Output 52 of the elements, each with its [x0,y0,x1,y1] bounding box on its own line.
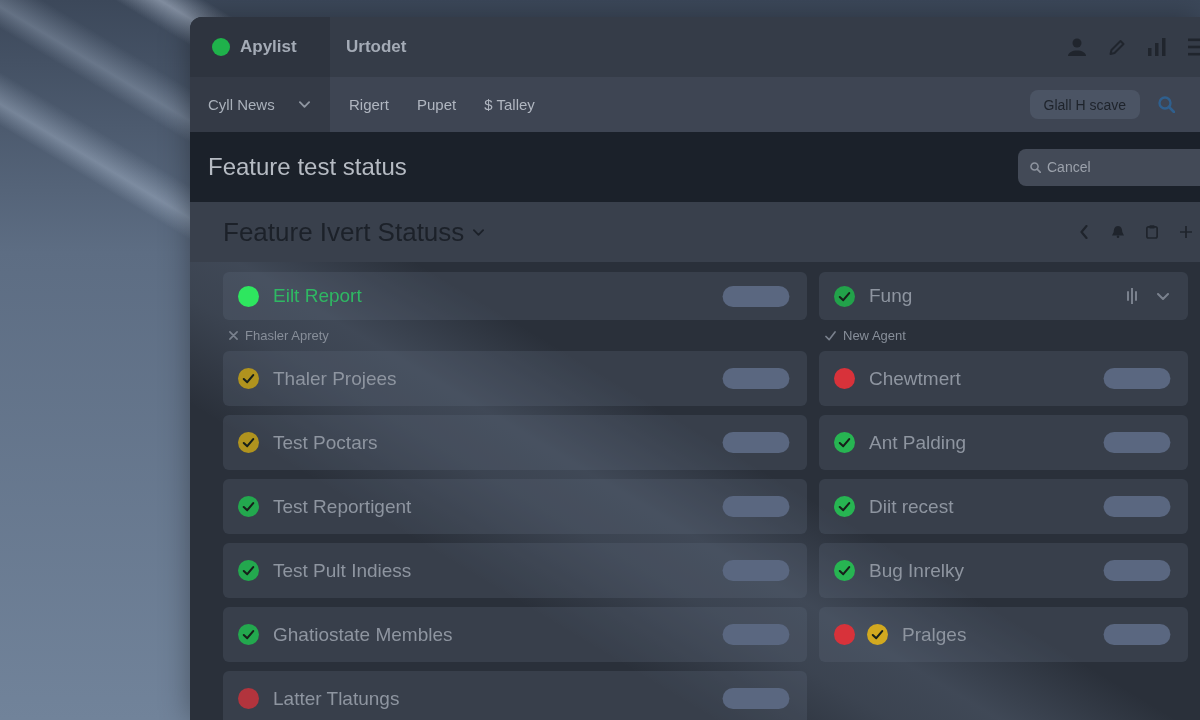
feature-row[interactable]: Latter Tlatungs [223,671,807,720]
pill-icon [1103,368,1171,389]
feature-row[interactable]: Eilt Report [223,272,807,320]
search-icon[interactable] [1158,96,1175,113]
pill-icon [722,285,790,307]
bar-chart-icon[interactable] [1148,38,1166,56]
feature-row[interactable]: Test Reportigent [223,479,807,534]
page-title: Urtodet [346,37,407,57]
pill-icon [722,560,790,581]
pill-icon [1103,496,1171,517]
app-name: Apylist [240,37,297,57]
chevron-left-icon[interactable] [1078,225,1090,239]
pen-icon[interactable] [1108,38,1126,56]
nav-link[interactable]: Pupet [417,96,457,113]
feature-row[interactable]: Pralges [819,607,1188,662]
pill-icon [722,688,790,709]
group-label: New Agent [843,328,906,343]
feature-row[interactable]: Ghatiostate Membles [223,607,807,662]
caret-icon [473,228,485,236]
pill-icon [722,368,790,389]
clipboard-icon[interactable] [1146,225,1158,239]
action-button[interactable]: Glall H scave [1029,90,1140,119]
news-dropdown[interactable]: Cyll News [190,77,330,132]
feature-row[interactable]: Ant Palding [819,415,1188,470]
check-icon [825,330,836,341]
feature-row[interactable]: Thaler Projees [223,351,807,406]
feature-row[interactable]: Bug Inrelky [819,543,1188,598]
feature-row[interactable]: Chewtmert [819,351,1188,406]
feature-row[interactable]: Test Poctars [223,415,807,470]
caret-icon [299,101,310,108]
feature-row[interactable]: Fung [819,272,1188,320]
search-field[interactable]: Cancel [1018,148,1200,186]
pill-icon [1103,560,1171,581]
user-icon[interactable] [1068,38,1086,56]
feature-row[interactable]: Diit recest [819,479,1188,534]
pill-icon [1103,432,1171,453]
bell-icon[interactable] [1112,225,1124,239]
pill-icon [722,624,790,645]
bars-icon[interactable] [1127,288,1137,304]
pill-icon [722,496,790,517]
search-icon [1030,161,1041,173]
dot-icon [212,38,230,56]
pill-icon [1103,624,1171,645]
chevron-down-icon[interactable] [1157,292,1169,300]
section-title: Feature test status [208,153,407,181]
feature-row[interactable]: Test Pult Indiess [223,543,807,598]
plus-icon[interactable] [1180,225,1192,239]
nav-link[interactable]: Rigert [349,96,389,113]
pill-icon [722,432,790,453]
group-label: Fhasler Aprety [245,328,329,343]
nav-link[interactable]: $ Talley [484,96,535,113]
cross-icon [229,331,238,340]
